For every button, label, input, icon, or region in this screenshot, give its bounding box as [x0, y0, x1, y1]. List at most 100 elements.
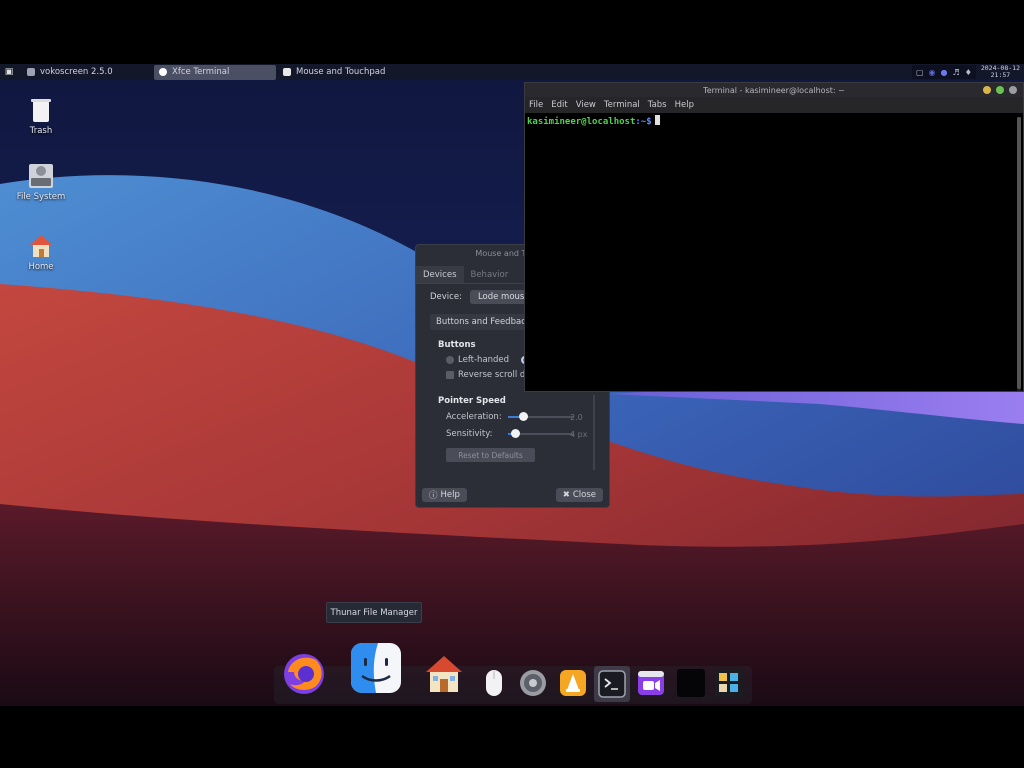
letterbox-top	[0, 0, 1024, 64]
minimize-icon[interactable]	[983, 86, 991, 94]
screen-recorder-icon	[638, 671, 664, 695]
dock-item-home[interactable]	[422, 652, 466, 696]
maximize-icon[interactable]	[996, 86, 1004, 94]
taskbar-item-label: Mouse and Touchpad	[296, 67, 386, 77]
system-tray: ▢ ◉ ● ♬ ♦ 2024-08-12 21:57	[911, 64, 1024, 80]
network-icon[interactable]: ◉	[929, 68, 936, 77]
dialog-footer: ⓘ Help ✖ Close	[416, 483, 609, 507]
display-icon[interactable]: ▢	[916, 68, 924, 77]
desktop-icon-label: Trash	[29, 126, 53, 136]
desktop-icon-file-system[interactable]: File System	[6, 162, 76, 202]
terminal-menubar: File Edit View Terminal Tabs Help	[525, 97, 1023, 113]
dock-item-file-manager[interactable]	[350, 642, 402, 694]
prompt-user: kasimineer@localhost	[527, 117, 636, 127]
terminal-task-icon	[159, 68, 167, 76]
device-label: Device:	[430, 292, 462, 302]
vlc-icon	[560, 670, 586, 696]
menu-file[interactable]: File	[529, 100, 543, 110]
help-button-label: Help	[440, 490, 460, 500]
system-settings-icon	[520, 670, 546, 696]
dock-item-terminal[interactable]	[594, 666, 630, 702]
terminal-scrollbar[interactable]	[1017, 117, 1021, 391]
mouse-settings-icon	[486, 670, 502, 696]
menu-help[interactable]: Help	[675, 100, 694, 110]
desktop-icon-trash[interactable]: Trash	[6, 96, 76, 136]
desktop-icon-home[interactable]: Home	[6, 232, 76, 272]
dock-item-mouse[interactable]	[480, 668, 508, 698]
dock-item-vlc[interactable]	[558, 668, 588, 698]
window-controls	[983, 86, 1017, 94]
letterbox-bottom	[0, 706, 1024, 768]
help-button[interactable]: ⓘ Help	[422, 488, 467, 502]
terminal-window: Terminal - kasimineer@localhost: ~ File …	[524, 82, 1024, 392]
vokoscreen-icon	[27, 68, 35, 76]
dock-item-app-grid[interactable]	[714, 668, 744, 698]
acceleration-value: 2.0	[570, 412, 583, 422]
close-button[interactable]: ✖ Close	[555, 488, 603, 502]
left-handed-label: Left-handed	[458, 355, 510, 365]
tab-behavior[interactable]: Behavior	[464, 266, 516, 283]
home-folder-icon	[426, 656, 462, 692]
finder-icon	[351, 643, 401, 693]
dock-item-recorder[interactable]	[636, 668, 666, 698]
reverse-scroll-checkbox[interactable]	[446, 371, 454, 379]
prompt-path: :~$	[635, 117, 652, 127]
desktop-icon-label: File System	[16, 192, 66, 202]
reset-defaults-button[interactable]: Reset to Defaults	[446, 448, 535, 462]
terminal-icon	[598, 670, 626, 698]
trash-icon	[28, 96, 54, 124]
acceleration-label: Acceleration:	[446, 412, 502, 422]
notification-bell-icon[interactable]: ♦	[965, 68, 972, 77]
terminal-scrollbar-thumb[interactable]	[1017, 117, 1021, 389]
tab-devices[interactable]: Devices	[416, 266, 464, 283]
terminal-content[interactable]: kasimineer@localhost:~$	[525, 113, 1023, 129]
taskbar-item-mouse-touchpad[interactable]: Mouse and Touchpad	[278, 65, 408, 80]
close-button-label: Close	[572, 490, 596, 500]
menu-edit[interactable]: Edit	[551, 100, 567, 110]
taskbar-item-terminal[interactable]: Xfce Terminal	[154, 64, 276, 80]
taskbar-item-label: vokoscreen 2.5.0	[40, 67, 113, 77]
sensitivity-label: Sensitivity:	[446, 429, 493, 439]
terminal-title: Terminal - kasimineer@localhost: ~	[703, 85, 845, 95]
taskbar-item-label: Xfce Terminal	[172, 67, 230, 77]
acceleration-slider-handle[interactable]	[519, 412, 528, 421]
sensitivity-row: Sensitivity: 4 px	[446, 428, 609, 440]
desktop-icon-label: Home	[28, 262, 54, 272]
acceleration-slider[interactable]	[508, 412, 574, 421]
volume-icon[interactable]: ♬	[953, 68, 960, 77]
close-icon: ✖	[562, 490, 570, 500]
help-icon: ⓘ	[429, 491, 438, 501]
tray-icons: ▢ ◉ ● ♬ ♦	[911, 65, 976, 79]
terminal-titlebar[interactable]: Terminal - kasimineer@localhost: ~	[525, 83, 1023, 97]
top-panel: ▣ vokoscreen 2.5.0 Xfce Terminal Mouse a…	[0, 64, 1024, 80]
dock-item-firefox[interactable]	[282, 652, 326, 696]
hard-drive-icon	[28, 162, 54, 190]
sensitivity-slider[interactable]	[508, 429, 574, 438]
text-cursor	[654, 115, 660, 125]
acceleration-row: Acceleration: 2.0	[446, 411, 609, 423]
close-window-icon[interactable]	[1009, 86, 1017, 94]
sensitivity-slider-handle[interactable]	[511, 429, 520, 438]
sensitivity-value: 4 px	[570, 429, 588, 439]
pointer-speed-heading: Pointer Speed	[438, 396, 506, 406]
mouse-task-icon	[283, 68, 291, 76]
taskbar-item-vokoscreen[interactable]: vokoscreen 2.5.0	[22, 65, 134, 80]
home-icon	[28, 232, 54, 260]
menu-tabs[interactable]: Tabs	[648, 100, 667, 110]
dock	[274, 643, 752, 706]
left-handed-radio[interactable]	[446, 356, 454, 364]
app-grid-icon	[715, 669, 743, 697]
applications-menu-icon[interactable]: ▣	[2, 65, 16, 79]
dock-item-black-app[interactable]	[676, 668, 706, 698]
microphone-icon[interactable]: ●	[941, 68, 948, 77]
firefox-icon	[284, 654, 324, 694]
dock-tooltip: Thunar File Manager	[326, 602, 422, 623]
black-app-icon	[677, 669, 705, 697]
clock[interactable]: 2024-08-12 21:57	[981, 65, 1020, 79]
clock-time: 21:57	[990, 71, 1011, 79]
dock-item-settings[interactable]	[518, 668, 548, 698]
menu-view[interactable]: View	[576, 100, 596, 110]
reverse-scroll-label: Reverse scroll di	[458, 370, 528, 380]
menu-terminal[interactable]: Terminal	[604, 100, 640, 110]
dialog-scrollbar[interactable]	[593, 395, 595, 470]
